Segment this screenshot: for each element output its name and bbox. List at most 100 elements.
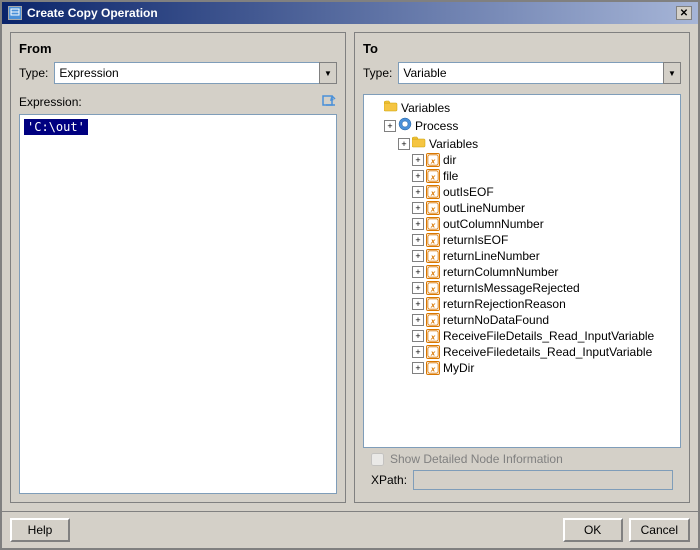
tree-item-label: returnIsEOF	[443, 233, 508, 247]
variable-icon: x	[426, 249, 440, 263]
expand-button[interactable]: +	[412, 346, 424, 358]
expand-button[interactable]: +	[412, 282, 424, 294]
svg-text:x: x	[430, 204, 436, 213]
to-panel-inner: Variables+ Process+ Variables+ x dir+ x …	[363, 94, 681, 448]
tree-item-label: MyDir	[443, 361, 474, 375]
expand-button[interactable]: +	[412, 218, 424, 230]
variable-icon: x	[426, 185, 440, 199]
folder-icon	[384, 100, 398, 115]
to-type-select[interactable]: Variable Expression XPath	[398, 62, 681, 84]
tree-panel[interactable]: Variables+ Process+ Variables+ x dir+ x …	[363, 94, 681, 448]
svg-text:x: x	[430, 252, 436, 261]
from-type-select[interactable]: Expression Variable XPath	[54, 62, 337, 84]
process-icon	[398, 117, 412, 134]
expression-value: 'C:\out'	[24, 119, 88, 135]
xpath-label: XPath:	[371, 473, 407, 487]
tree-item-label: Variables	[401, 101, 450, 115]
cancel-button[interactable]: Cancel	[629, 518, 690, 542]
expand-button[interactable]: +	[412, 250, 424, 262]
expand-button[interactable]: +	[412, 170, 424, 182]
help-button[interactable]: Help	[10, 518, 70, 542]
expand-button[interactable]: +	[412, 186, 424, 198]
tree-item[interactable]: + x returnNoDataFound	[368, 312, 676, 328]
tree-item-label: returnRejectionReason	[443, 297, 566, 311]
from-type-select-wrapper: Expression Variable XPath ▼	[54, 62, 337, 84]
xpath-row: XPath:	[371, 470, 673, 490]
tree-item[interactable]: + Variables	[368, 135, 676, 152]
expand-button[interactable]: +	[412, 234, 424, 246]
expression-box[interactable]: 'C:\out'	[19, 114, 337, 494]
window-title: Create Copy Operation	[27, 6, 158, 20]
tree-item[interactable]: + x MyDir	[368, 360, 676, 376]
tree-item-label: returnIsMessageRejected	[443, 281, 580, 295]
svg-text:x: x	[430, 364, 436, 373]
tree-item[interactable]: + x outColumnNumber	[368, 216, 676, 232]
to-type-row: Type: Variable Expression XPath ▼	[363, 62, 681, 84]
folder-icon	[412, 136, 426, 151]
from-panel: From Type: Expression Variable XPath ▼ E…	[10, 32, 346, 503]
xpath-input[interactable]	[413, 470, 673, 490]
tree-item-label: outIsEOF	[443, 185, 494, 199]
svg-text:x: x	[430, 268, 436, 277]
expand-button[interactable]: +	[412, 154, 424, 166]
tree-item[interactable]: + x outLineNumber	[368, 200, 676, 216]
expand-button[interactable]: +	[412, 266, 424, 278]
tree-item[interactable]: + Process	[368, 116, 676, 135]
show-node-checkbox[interactable]	[371, 453, 384, 466]
tree-item-label: outLineNumber	[443, 201, 525, 215]
svg-text:x: x	[430, 348, 436, 357]
variable-icon: x	[426, 297, 440, 311]
bottom-panel: Show Detailed Node Information XPath:	[363, 448, 681, 494]
title-bar: Create Copy Operation ✕	[2, 2, 698, 24]
svg-text:x: x	[430, 172, 436, 181]
tree-item-label: ReceiveFileDetails_Read_InputVariable	[443, 329, 654, 343]
from-panel-title: From	[19, 41, 337, 56]
tree-item[interactable]: + x ReceiveFiledetails_Read_InputVariabl…	[368, 344, 676, 360]
tree-item-label: Process	[415, 119, 458, 133]
expand-button[interactable]: +	[412, 314, 424, 326]
tree-item[interactable]: Variables	[368, 99, 676, 116]
tree-item[interactable]: + x dir	[368, 152, 676, 168]
tree-item-label: returnColumnNumber	[443, 265, 558, 279]
to-panel-title: To	[363, 41, 681, 56]
variable-icon: x	[426, 345, 440, 359]
tree-item[interactable]: + x returnColumnNumber	[368, 264, 676, 280]
tree-item[interactable]: + x file	[368, 168, 676, 184]
expand-button[interactable]: +	[384, 120, 396, 132]
tree-item-label: ReceiveFiledetails_Read_InputVariable	[443, 345, 652, 359]
variable-icon: x	[426, 233, 440, 247]
svg-text:x: x	[430, 300, 436, 309]
tree-item[interactable]: + x returnLineNumber	[368, 248, 676, 264]
tree-item[interactable]: + x returnIsEOF	[368, 232, 676, 248]
from-type-row: Type: Expression Variable XPath ▼	[19, 62, 337, 84]
footer-left: Help	[10, 518, 70, 542]
main-content: From Type: Expression Variable XPath ▼ E…	[2, 24, 698, 511]
tree-item[interactable]: + x ReceiveFileDetails_Read_InputVariabl…	[368, 328, 676, 344]
tree-item-label: file	[443, 169, 458, 183]
variable-icon: x	[426, 217, 440, 231]
tree-item[interactable]: + x returnIsMessageRejected	[368, 280, 676, 296]
expand-button[interactable]: +	[412, 330, 424, 342]
close-button[interactable]: ✕	[676, 6, 692, 20]
variable-icon: x	[426, 313, 440, 327]
tree-item[interactable]: + x returnRejectionReason	[368, 296, 676, 312]
expand-button[interactable]: +	[412, 202, 424, 214]
expand-button[interactable]: +	[398, 138, 410, 150]
svg-text:x: x	[430, 220, 436, 229]
title-bar-left: Create Copy Operation	[8, 6, 158, 20]
variable-icon: x	[426, 361, 440, 375]
svg-text:x: x	[430, 156, 436, 165]
variable-icon: x	[426, 153, 440, 167]
variable-icon: x	[426, 169, 440, 183]
expand-button[interactable]: +	[412, 298, 424, 310]
edit-icon[interactable]	[321, 94, 337, 110]
ok-button[interactable]: OK	[563, 518, 623, 542]
expand-button[interactable]: +	[412, 362, 424, 374]
svg-text:x: x	[430, 284, 436, 293]
window-icon	[8, 6, 22, 20]
footer-right: OK Cancel	[563, 518, 690, 542]
tree-item[interactable]: + x outIsEOF	[368, 184, 676, 200]
svg-text:x: x	[430, 332, 436, 341]
show-node-row: Show Detailed Node Information	[371, 452, 673, 466]
to-type-select-wrapper: Variable Expression XPath ▼	[398, 62, 681, 84]
